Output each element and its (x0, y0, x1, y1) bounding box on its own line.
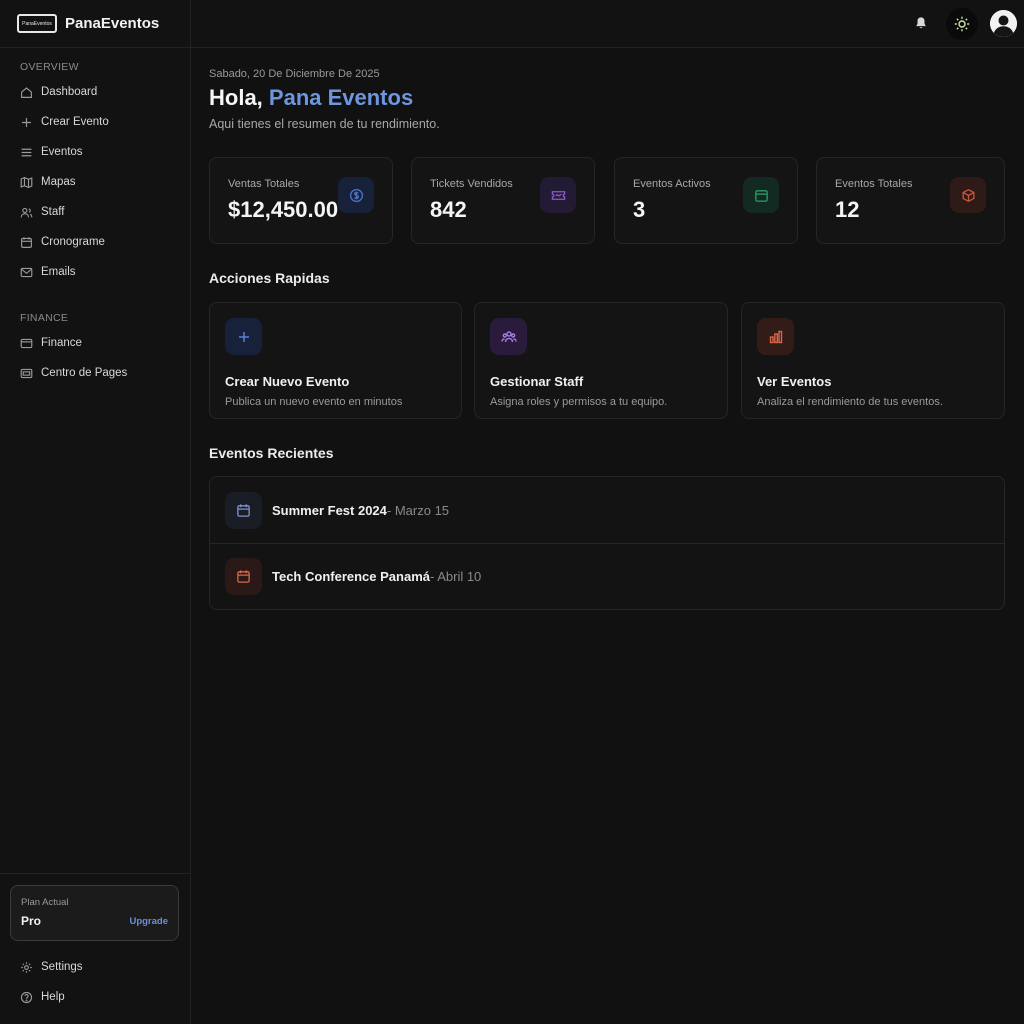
brand-logo: PanaEventos (17, 14, 57, 33)
sidebar-item-label: Mapas (41, 176, 76, 188)
bell-icon[interactable] (912, 14, 930, 32)
users-icon (20, 206, 33, 219)
sidebar-item-staff[interactable]: Staff (0, 197, 190, 227)
current-date: Sabado, 20 De Diciembre De 2025 (209, 68, 380, 80)
sidebar-item-label: Settings (41, 961, 83, 973)
recent-events-list: Summer Fest 2024 - Marzo 15 Tech Confere… (209, 476, 1005, 610)
sidebar-item-cronograma[interactable]: Cronograme (0, 227, 190, 257)
plan-name: Pro (21, 914, 42, 928)
overview-section-label: OVERVIEW (20, 61, 79, 73)
sidebar-item-finance[interactable]: Finance (0, 328, 190, 358)
gestionar-staff-card[interactable]: Gestionar Staff Asigna roles y permisos … (474, 302, 728, 419)
list-item[interactable]: Tech Conference Panamá - Abril 10 (210, 543, 1004, 609)
finance-section-label: FINANCE (20, 312, 69, 324)
recent-events-title: Eventos Recientes (209, 445, 334, 461)
theme-toggle-button[interactable] (946, 8, 978, 40)
event-date: - Abril 10 (429, 569, 482, 584)
sidebar-divider (0, 873, 191, 874)
event-date: - Marzo 15 (386, 502, 450, 518)
ticket-icon (540, 177, 576, 213)
sidebar-item-emails[interactable]: Emails (0, 257, 190, 287)
brand-name: PanaEventos (65, 15, 160, 32)
sun-icon (954, 16, 970, 32)
users-icon (490, 318, 527, 355)
action-title: Gestionar Staff (490, 374, 584, 389)
plus-icon (225, 318, 262, 355)
dollar-icon (338, 177, 374, 213)
sidebar-item-label: Dashboard (41, 86, 98, 98)
sidebar-item-crear-evento[interactable]: Crear Evento (0, 107, 190, 137)
sidebar-item-label: Centro de Pages (41, 367, 128, 379)
footer-nav: Settings Help (0, 952, 191, 1012)
stat-card-ventas: Ventas Totales $12,450.00 (209, 157, 393, 244)
calendar-icon (225, 558, 262, 595)
calendar-icon (225, 491, 262, 529)
sidebar-item-label: Cronograme (41, 236, 105, 248)
sidebar-item-dashboard[interactable]: Dashboard (0, 77, 190, 107)
sidebar-item-eventos[interactable]: Eventos (0, 137, 190, 167)
stat-card-tickets: Tickets Vendidos 842 (411, 157, 595, 244)
sidebar-item-label: Help (41, 991, 65, 1003)
list-item[interactable]: Summer Fest 2024 - Marzo 15 (210, 477, 1004, 543)
plan-card: Plan Actual Pro Upgrade (10, 885, 179, 941)
map-icon (20, 176, 33, 189)
topbar (191, 0, 1024, 48)
bar-chart-icon (757, 318, 794, 355)
sidebar-item-mapas[interactable]: Mapas (0, 167, 190, 197)
event-name: Summer Fest 2024 (272, 502, 387, 518)
calendar-icon (20, 236, 33, 249)
event-name: Tech Conference Panamá (272, 569, 430, 584)
box-icon (950, 177, 986, 213)
upgrade-button[interactable]: Upgrade (129, 916, 168, 927)
calendar-icon (743, 177, 779, 213)
wallet-icon (20, 337, 33, 350)
page-subtitle: Aqui tienes el resumen de tu rendimiento… (209, 117, 440, 131)
sidebar-item-label: Crear Evento (41, 116, 109, 128)
plus-icon (20, 116, 33, 129)
greeting-name: Pana Eventos (268, 85, 414, 110)
action-desc: Asigna roles y permisos a tu equipo. (490, 396, 668, 408)
sidebar-item-label: Eventos (41, 146, 83, 158)
ver-eventos-card[interactable]: Ver Eventos Analiza el rendimiento de tu… (741, 302, 1005, 419)
page-title: Hola, Pana Eventos (209, 85, 414, 110)
help-icon (20, 991, 33, 1004)
home-icon (20, 86, 33, 99)
mail-icon (20, 266, 33, 279)
stat-card-eventos-activos: Eventos Activos 3 (614, 157, 798, 244)
stat-card-eventos-totales: Eventos Totales 12 (816, 157, 1005, 244)
finance-nav: Finance Centro de Pages (0, 328, 190, 388)
sidebar-item-centro-de-pagos[interactable]: Centro de Pages (0, 358, 190, 388)
action-title: Crear Nuevo Evento (225, 374, 350, 389)
sidebar: PanaEventos PanaEventos OVERVIEW Dashboa… (0, 0, 191, 1024)
action-desc: Analiza el rendimiento de tus eventos. (757, 396, 943, 408)
action-title: Ver Eventos (757, 374, 832, 389)
list-icon (20, 146, 33, 159)
credit-card-icon (20, 367, 33, 380)
gear-icon (20, 961, 33, 974)
crear-evento-card[interactable]: Crear Nuevo Evento Publica un nuevo even… (209, 302, 462, 419)
overview-nav: Dashboard Crear Evento Eventos Mapas Sta… (0, 77, 190, 287)
sidebar-item-label: Finance (41, 337, 82, 349)
sidebar-item-help[interactable]: Help (0, 982, 191, 1012)
quick-actions-title: Acciones Rapidas (209, 270, 330, 286)
plan-label: Plan Actual (21, 897, 69, 908)
action-desc: Publica un nuevo evento en minutos (225, 396, 403, 408)
sidebar-item-settings[interactable]: Settings (0, 952, 191, 982)
brand[interactable]: PanaEventos PanaEventos (0, 0, 190, 48)
avatar[interactable] (990, 10, 1017, 37)
sidebar-item-label: Emails (41, 266, 76, 278)
sidebar-item-label: Staff (41, 206, 65, 218)
